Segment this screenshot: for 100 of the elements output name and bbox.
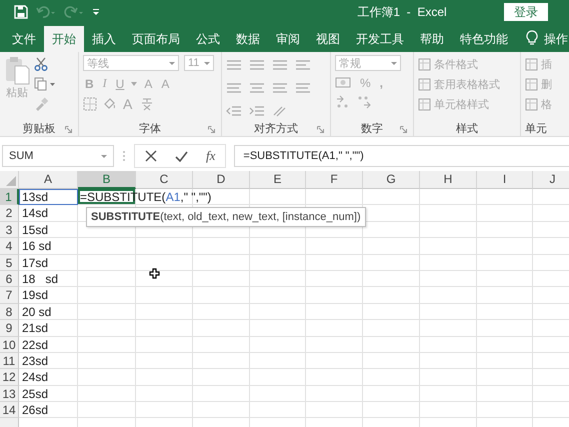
cursor-icon	[149, 268, 160, 279]
table-cell	[78, 254, 136, 271]
enter-check-icon[interactable]	[175, 150, 188, 162]
table-cell	[363, 304, 420, 320]
column-header[interactable]: C	[136, 171, 193, 189]
ribbon-tab[interactable]: 特色功能	[452, 26, 516, 52]
name-box[interactable]: SUM	[2, 145, 114, 167]
table-cell	[250, 386, 306, 402]
table-cell	[250, 270, 306, 288]
table-cell	[78, 369, 136, 386]
row-header[interactable]: 8	[0, 304, 19, 320]
row-header[interactable]: 12	[0, 369, 19, 386]
table-cell	[477, 304, 533, 320]
table-cell	[306, 402, 363, 418]
table-cell	[477, 222, 533, 238]
table-cell	[136, 336, 193, 353]
table-grid-icon[interactable]	[418, 98, 431, 111]
ribbon-tab[interactable]: 开发工具	[348, 26, 412, 52]
table-cell	[306, 270, 363, 288]
table-cell	[363, 222, 420, 238]
table-cell	[250, 320, 306, 337]
function-tooltip: SUBSTITUTE(text, old_text, new_text, [instance_num])	[86, 207, 366, 227]
row-header[interactable]: 6	[0, 270, 19, 288]
clipboard-icon[interactable]	[4, 55, 30, 85]
redo-icon[interactable]	[64, 6, 84, 18]
group-label: 数字	[361, 122, 383, 136]
row-header[interactable]: 14	[0, 402, 19, 418]
table-cell	[193, 254, 250, 271]
table-cell: 13sd	[19, 189, 78, 206]
table-cell: 17sd	[19, 254, 78, 271]
table-cell	[306, 320, 363, 337]
row-header[interactable]: 10	[0, 336, 19, 353]
table-cell	[363, 254, 420, 271]
ribbon-tab[interactable]: 数据	[228, 26, 268, 52]
table-cell	[363, 402, 420, 418]
table-cell: 19sd	[19, 287, 78, 304]
column-header[interactable]: F	[306, 171, 363, 189]
row-header[interactable]: 2	[0, 205, 19, 222]
group-label: 样式	[456, 122, 478, 136]
table-cell	[193, 352, 250, 370]
table-cell	[136, 369, 193, 386]
grip-icon	[122, 150, 126, 162]
table-cell	[250, 189, 306, 206]
ribbon-tab[interactable]: 视图	[308, 26, 348, 52]
formula-field[interactable]: =SUBSTITUTE(A1," ","")	[234, 145, 569, 167]
column-header[interactable]: I	[477, 171, 533, 189]
row-header[interactable]: 9	[0, 320, 19, 337]
table-cell	[78, 352, 136, 370]
table-cell	[420, 222, 477, 238]
table-cell	[420, 386, 477, 402]
row-header[interactable]: 11	[0, 352, 19, 370]
ribbon-tab[interactable]: 插入	[84, 26, 124, 52]
row-header[interactable]: 5	[0, 254, 19, 271]
lightbulb-icon[interactable]	[526, 30, 538, 46]
table-cell	[306, 386, 363, 402]
table-grid-icon[interactable]	[418, 78, 431, 91]
row-header[interactable]: 3	[0, 222, 19, 238]
login-button[interactable]: 登录	[504, 3, 548, 21]
ribbon-tab[interactable]: 开始	[44, 26, 84, 52]
customize-caret-icon[interactable]	[92, 8, 100, 16]
ribbon-tab[interactable]: 帮助	[412, 26, 452, 52]
table-cell	[78, 304, 136, 320]
table-cell: 18 sd	[19, 270, 78, 288]
table-cell	[420, 205, 477, 222]
ribbon-tab[interactable]: 文件	[4, 26, 44, 52]
row-header[interactable]: 7	[0, 287, 19, 304]
table-cell	[477, 320, 533, 337]
column-header[interactable]: E	[250, 171, 306, 189]
table-cell	[193, 238, 250, 255]
table-cell	[363, 386, 420, 402]
table-cell	[477, 254, 533, 271]
row-header[interactable]: 4	[0, 238, 19, 255]
cancel-icon[interactable]	[145, 150, 157, 162]
undo-icon[interactable]	[36, 6, 56, 18]
tell-me-label[interactable]: 操作	[544, 26, 568, 52]
save-icon[interactable]	[14, 5, 28, 19]
table-cell: 21sd	[19, 320, 78, 337]
column-header[interactable]: B	[78, 171, 136, 189]
ribbon-tab[interactable]: 页面布局	[124, 26, 188, 52]
column-header[interactable]: A	[19, 171, 78, 189]
column-header[interactable]: J	[533, 171, 569, 189]
column-header[interactable]: H	[420, 171, 477, 189]
ribbon-tab[interactable]: 公式	[188, 26, 228, 52]
select-all-icon[interactable]	[6, 176, 16, 186]
table-cell	[250, 369, 306, 386]
table-cell	[306, 369, 363, 386]
column-header[interactable]: D	[193, 171, 250, 189]
table-cell	[193, 287, 250, 304]
insert-function-button[interactable]: fx	[206, 148, 216, 164]
table-cell	[193, 320, 250, 337]
table-grid-icon[interactable]	[418, 58, 431, 71]
row-header[interactable]: 13	[0, 386, 19, 402]
table-cell	[306, 287, 363, 304]
ribbon-tab[interactable]: 审阅	[268, 26, 308, 52]
table-cell	[250, 238, 306, 255]
table-cell	[420, 189, 477, 206]
row-header[interactable]: 1	[0, 189, 19, 206]
group-label: 字体	[139, 122, 161, 136]
column-header[interactable]: G	[363, 171, 420, 189]
table-cell	[420, 352, 477, 370]
